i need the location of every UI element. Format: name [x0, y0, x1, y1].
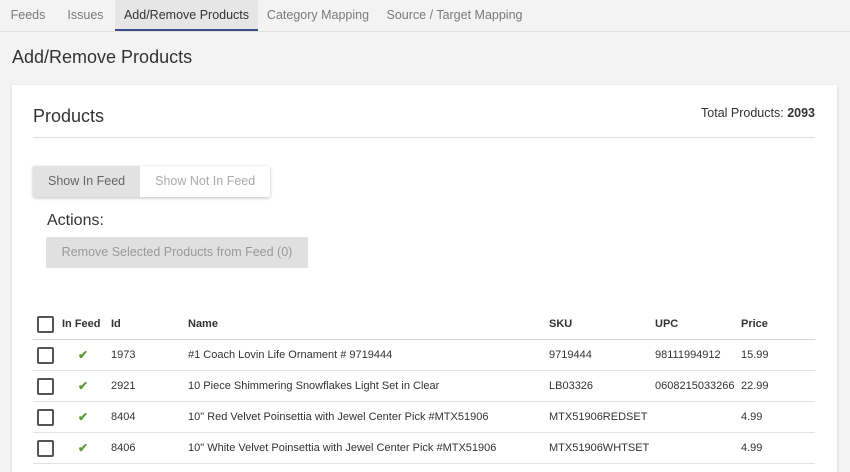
row-checkbox[interactable]: [37, 378, 54, 395]
col-sku[interactable]: SKU: [549, 309, 572, 340]
page-title: Add/Remove Products: [12, 47, 193, 67]
col-id[interactable]: Id: [111, 309, 121, 340]
cell-sku: 9719444: [549, 349, 592, 361]
products-table: In Feed Id Name SKU UPC Price ✔ 1973 #1 …: [33, 309, 815, 464]
cell-price: 4.99: [741, 442, 763, 454]
tab-issues[interactable]: Issues: [56, 0, 115, 31]
col-name[interactable]: Name: [188, 309, 218, 340]
table-row[interactable]: ✔ 8406 10" White Velvet Poinsettia with …: [33, 433, 815, 464]
cell-price: 4.99: [741, 411, 763, 423]
col-upc[interactable]: UPC: [655, 309, 678, 340]
cell-sku: MTX51906REDSET: [549, 411, 648, 423]
table-row[interactable]: ✔ 2921 10 Piece Shimmering Snowflakes Li…: [33, 371, 815, 402]
table-row[interactable]: ✔ 1973 #1 Coach Lovin Life Ornament # 97…: [33, 340, 815, 371]
in-feed-check-icon: ✔: [78, 348, 89, 362]
cell-price: 22.99: [741, 380, 769, 392]
tab-bar: Feeds Issues Add/Remove Products Categor…: [0, 0, 850, 32]
divider: [33, 137, 815, 138]
row-checkbox[interactable]: [37, 347, 54, 364]
tab-add-remove-products[interactable]: Add/Remove Products: [115, 0, 258, 31]
cell-sku: MTX51906WHTSET: [549, 442, 650, 454]
cell-name: 10" Red Velvet Poinsettia with Jewel Cen…: [188, 411, 489, 423]
in-feed-check-icon: ✔: [78, 441, 89, 455]
cell-id: 1973: [111, 349, 136, 361]
cell-id: 8404: [111, 411, 136, 423]
card-title: Products: [33, 106, 105, 126]
tab-feeds[interactable]: Feeds: [0, 0, 56, 31]
table-row[interactable]: ✔ 8404 10" Red Velvet Poinsettia with Je…: [33, 402, 815, 433]
col-price[interactable]: Price: [741, 309, 768, 340]
feed-filter-toggle: Show In Feed Show Not In Feed: [33, 166, 271, 197]
cell-upc: 98111994912: [655, 349, 721, 361]
cell-id: 8406: [111, 442, 136, 454]
in-feed-check-icon: ✔: [78, 379, 89, 393]
cell-upc: 0608215033266: [655, 380, 735, 392]
show-not-in-feed-button[interactable]: Show Not In Feed: [140, 166, 271, 197]
table-header-row: In Feed Id Name SKU UPC Price: [33, 309, 815, 340]
remove-selected-button[interactable]: Remove Selected Products from Feed (0): [46, 237, 308, 268]
cell-name: #1 Coach Lovin Life Ornament # 9719444: [188, 349, 393, 361]
in-feed-check-icon: ✔: [78, 410, 89, 424]
row-checkbox[interactable]: [37, 440, 54, 457]
actions-label: Actions:: [47, 212, 104, 229]
select-all-checkbox[interactable]: [37, 316, 54, 333]
cell-name: 10" White Velvet Poinsettia with Jewel C…: [188, 442, 497, 454]
products-card: Products Total Products: 2093 Show In Fe…: [12, 85, 837, 472]
tab-source-target-mapping[interactable]: Source / Target Mapping: [378, 0, 531, 31]
cell-id: 2921: [111, 380, 136, 392]
total-products: Total Products: 2093: [701, 106, 815, 120]
total-products-value: 2093: [787, 106, 815, 120]
tab-category-mapping[interactable]: Category Mapping: [258, 0, 378, 31]
cell-price: 15.99: [741, 349, 769, 361]
total-products-label: Total Products:: [701, 106, 784, 120]
col-in-feed[interactable]: In Feed: [62, 309, 101, 340]
show-in-feed-button[interactable]: Show In Feed: [33, 166, 141, 197]
row-checkbox[interactable]: [37, 409, 54, 426]
cell-sku: LB03326: [549, 380, 594, 392]
cell-name: 10 Piece Shimmering Snowflakes Light Set…: [188, 380, 440, 392]
